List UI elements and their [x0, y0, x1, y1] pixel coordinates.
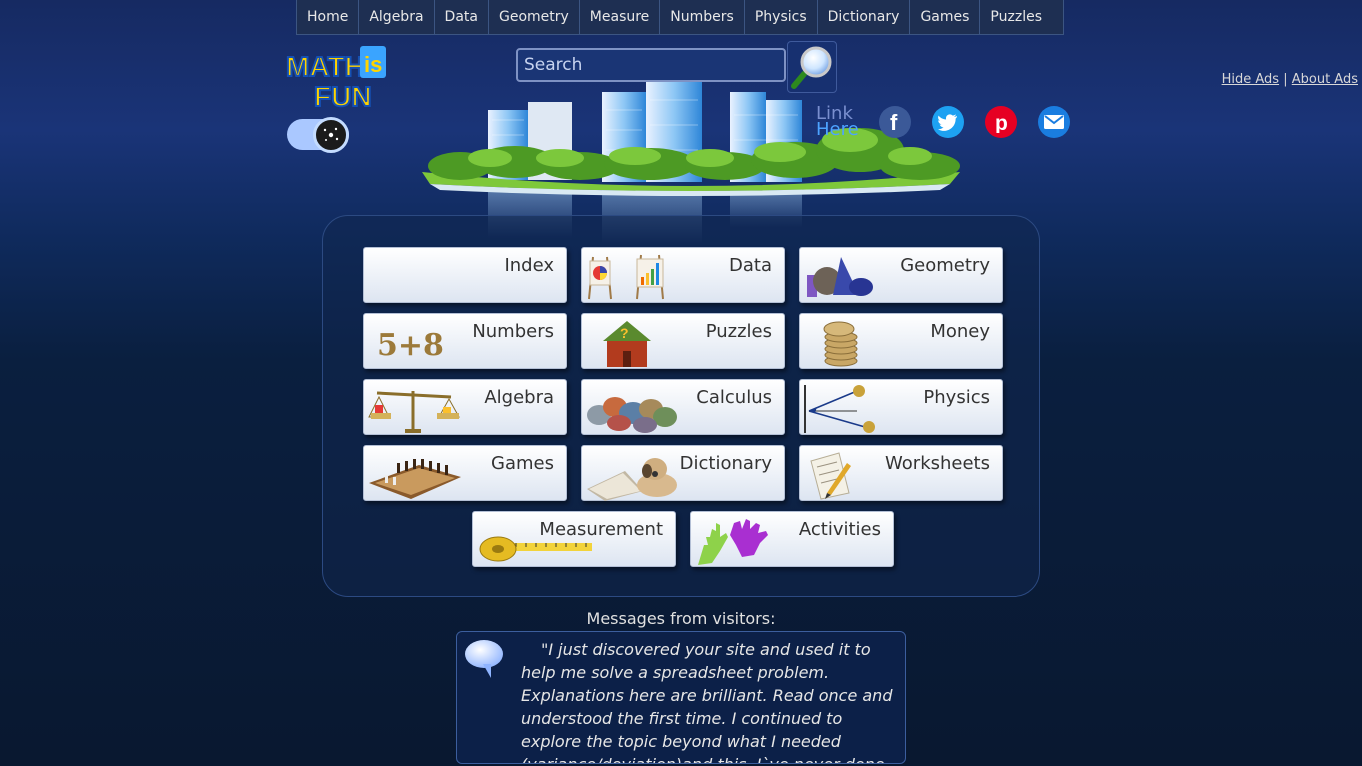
tile-geometry[interactable]: Geometry	[799, 247, 1003, 303]
five-plus-eight-icon: 5+8	[377, 328, 444, 363]
facebook-share-button[interactable]: f	[879, 106, 911, 138]
link-label-line2: Here	[816, 119, 859, 140]
pinterest-icon: p	[995, 112, 1008, 133]
toggle-knob	[313, 117, 349, 153]
tile-label: Algebra	[484, 387, 554, 408]
coin-stack-icon	[823, 321, 858, 367]
tile-label: Worksheets	[885, 453, 990, 474]
about-ads-link[interactable]: About Ads	[1292, 72, 1358, 87]
ads-links: Hide Ads | About Ads	[1222, 72, 1358, 87]
logo-math-text: MATH	[286, 51, 365, 82]
message-box: "I just discovered your site and used it…	[456, 631, 906, 764]
tile-money[interactable]: Money	[799, 313, 1003, 369]
tile-algebra[interactable]: Algebra	[363, 379, 567, 435]
tile-activities[interactable]: Activities	[690, 511, 894, 567]
tile-data[interactable]: Data	[581, 247, 785, 303]
chessboard-icon	[369, 459, 461, 499]
speech-bubble-icon	[465, 640, 503, 678]
tile-games[interactable]: Games	[363, 445, 567, 501]
nav-algebra[interactable]: Algebra	[359, 0, 435, 34]
puzzle-house-icon: ?	[603, 321, 651, 367]
tile-label: Data	[729, 255, 772, 276]
envelope-icon	[1044, 115, 1064, 129]
nav-data[interactable]: Data	[435, 0, 489, 34]
svg-text:f: f	[890, 111, 898, 133]
svg-text:?: ?	[620, 325, 629, 341]
mathsisfun-logo[interactable]: MATH is FUN	[284, 40, 390, 113]
tile-label: Money	[930, 321, 990, 342]
top-nav: Home Algebra Data Geometry Measure Numbe…	[296, 0, 1064, 35]
tile-label: Calculus	[696, 387, 772, 408]
pinterest-share-button[interactable]: p	[985, 106, 1017, 138]
tile-numbers[interactable]: 5+8 Numbers	[363, 313, 567, 369]
painted-hands-icon	[698, 519, 768, 565]
logo-fun-text: FUN	[314, 81, 372, 110]
stars-icon	[323, 127, 339, 141]
subjects-panel: Index Data Geometry 5+8 Numbers ? Puzzle…	[322, 215, 1040, 597]
tile-label: Measurement	[539, 519, 663, 540]
worksheet-pencil-icon	[810, 452, 851, 500]
tile-label: Activities	[798, 519, 881, 540]
facebook-icon: f	[890, 111, 898, 133]
ads-separator: |	[1283, 72, 1288, 87]
nav-measure[interactable]: Measure	[580, 0, 661, 34]
tile-worksheets[interactable]: Worksheets	[799, 445, 1003, 501]
tile-calculus[interactable]: Calculus	[581, 379, 785, 435]
tile-measurement[interactable]: Measurement	[472, 511, 676, 567]
messages-title: Messages from visitors:	[586, 609, 776, 628]
nav-numbers[interactable]: Numbers	[660, 0, 745, 34]
hide-ads-link[interactable]: Hide Ads	[1222, 72, 1279, 87]
visitor-message-text: "I just discovered your site and used it…	[521, 640, 893, 763]
easel-charts-icon	[588, 254, 664, 300]
geometric-shapes-icon	[807, 257, 873, 297]
tile-dictionary[interactable]: Dictionary	[581, 445, 785, 501]
tile-label: Dictionary	[679, 453, 772, 474]
nav-games[interactable]: Games	[910, 0, 981, 34]
nav-dictionary[interactable]: Dictionary	[818, 0, 911, 34]
logo-is-text: is	[364, 52, 382, 77]
balance-scale-icon	[368, 391, 460, 433]
pebbles-icon	[587, 397, 677, 433]
tile-puzzles[interactable]: ? Puzzles	[581, 313, 785, 369]
tile-label: Geometry	[900, 255, 990, 276]
tile-label: Physics	[923, 387, 990, 408]
tile-index[interactable]: Index	[363, 247, 567, 303]
tile-label: Puzzles	[705, 321, 772, 342]
tile-label: Games	[491, 453, 554, 474]
link-here[interactable]: Link Here	[816, 105, 859, 140]
nav-geometry[interactable]: Geometry	[489, 0, 580, 34]
tile-physics[interactable]: Physics	[799, 379, 1003, 435]
tile-label: Index	[504, 255, 554, 276]
dog-with-book-icon	[587, 458, 677, 501]
twitter-share-button[interactable]	[932, 106, 964, 138]
svg-text:p: p	[995, 112, 1008, 133]
pendulum-vectors-icon	[804, 385, 875, 433]
nav-physics[interactable]: Physics	[745, 0, 818, 34]
nav-home[interactable]: Home	[297, 0, 360, 34]
nav-puzzles[interactable]: Puzzles	[980, 0, 1052, 34]
tile-label: Numbers	[472, 321, 554, 342]
twitter-icon	[938, 114, 957, 131]
search-input[interactable]	[516, 48, 786, 82]
dark-mode-toggle[interactable]	[287, 117, 349, 153]
email-share-button[interactable]	[1038, 106, 1070, 138]
svg-text:5+8: 5+8	[377, 328, 444, 363]
